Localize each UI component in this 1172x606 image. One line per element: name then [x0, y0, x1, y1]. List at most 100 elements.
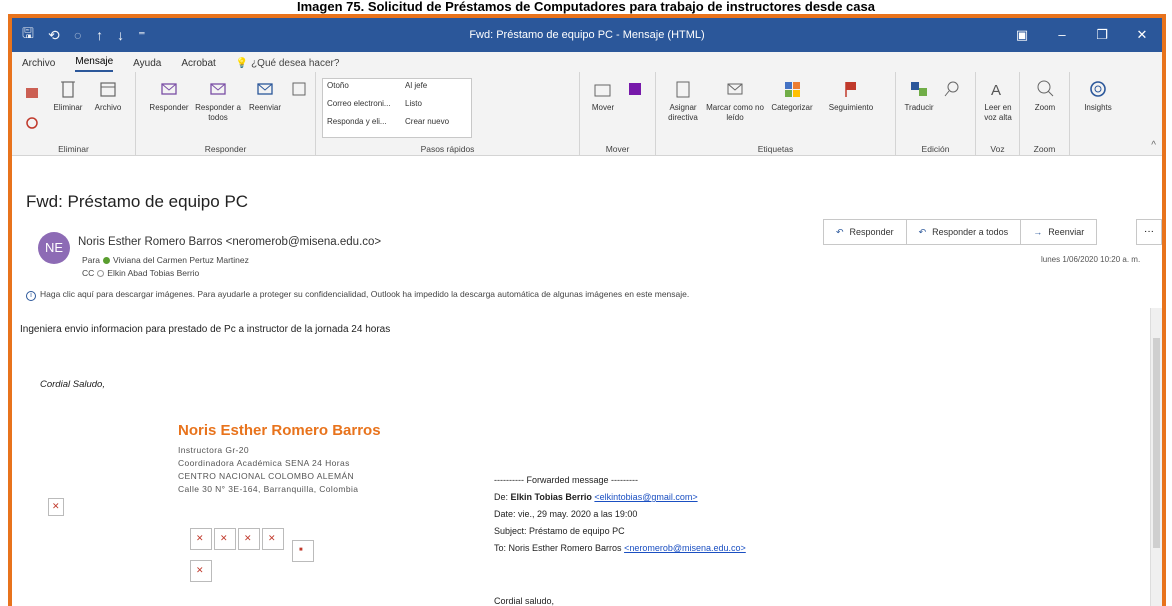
collapse-ribbon-icon[interactable]: ^: [1151, 140, 1156, 151]
message-actions: ↶ Responder ↶ Responder a todos → Reenviar: [823, 219, 1098, 245]
maximize-icon[interactable]: ❐: [1082, 18, 1122, 52]
info-icon: i: [26, 291, 36, 301]
quick-step-crear[interactable]: Crear nuevo: [405, 117, 449, 126]
reply-all-arrow-icon: ↶: [918, 227, 927, 237]
archive-button[interactable]: Archivo: [88, 78, 128, 113]
ribbon-display-icon[interactable]: ▣: [1002, 18, 1042, 52]
group-mover: Mover Mover: [580, 72, 656, 156]
tab-acrobat[interactable]: Acrobat: [181, 58, 215, 72]
ribbon-tabs: Archivo Mensaje Ayuda Acrobat 💡 ¿Qué des…: [12, 52, 1162, 72]
message-subject: Fwd: Préstamo de equipo PC: [26, 192, 249, 211]
close-icon[interactable]: ✕: [1122, 18, 1162, 52]
quick-step-correo[interactable]: Correo electroni...: [327, 99, 391, 108]
signature-line: Coordinadora Académica SENA 24 Horas: [178, 458, 350, 468]
zoom-button[interactable]: Zoom: [1026, 78, 1064, 113]
download-images-bar[interactable]: i Haga clic aquí para descargar imágenes.…: [26, 289, 689, 301]
categorize-button[interactable]: Categorizar: [766, 78, 818, 113]
signature-line: CENTRO NACIONAL COLOMBO ALEMÁN: [178, 471, 355, 481]
read-aloud-button[interactable]: A Leer en voz alta: [980, 78, 1016, 123]
signature-line: Instructora Gr-20: [178, 445, 250, 455]
group-label-pasos: Pasos rápidos: [420, 144, 475, 154]
title-bar: 🖫 ⟲ ○ ↑ ↓ ⁼ Fwd: Préstamo de equipo PC -…: [12, 18, 1162, 52]
tab-mensaje[interactable]: Mensaje: [75, 56, 114, 72]
forward-to-email[interactable]: <neromerob@misena.edu.co>: [624, 543, 746, 553]
vertical-scrollbar[interactable]: [1150, 308, 1162, 606]
follow-up-button[interactable]: Seguimiento: [820, 78, 882, 113]
read-aloud-icon: A: [991, 82, 1001, 99]
forward-arrow-icon: →: [1033, 227, 1043, 237]
group-label-voz: Voz: [990, 144, 1005, 154]
quick-step-listo[interactable]: Listo: [405, 99, 422, 108]
recipient-cc: CC Elkin Abad Tobias Berrio: [82, 268, 200, 278]
group-label-edicion: Edición: [921, 144, 950, 154]
signature-line: Calle 30 N° 3E-164, Barranquilla, Colomb…: [178, 484, 359, 494]
quick-step-otono[interactable]: Otoño: [327, 81, 349, 90]
reply-icon: [161, 83, 177, 95]
reply-action-button[interactable]: ↶ Responder: [824, 220, 907, 244]
svg-text:A: A: [991, 82, 1001, 99]
forward-button[interactable]: Reenviar: [244, 78, 286, 113]
categorize-icon: [785, 82, 800, 97]
broken-image-icon[interactable]: [214, 528, 236, 550]
cc-name[interactable]: Elkin Abad Tobias Berrio: [107, 268, 199, 278]
group-label-responder: Responder: [204, 144, 247, 154]
forward-from-email[interactable]: <elkintobias@gmail.com>: [594, 492, 697, 502]
junk-icon: [26, 117, 38, 129]
flag-icon: [845, 82, 856, 97]
scrollbar-thumb[interactable]: [1153, 338, 1160, 548]
broken-image-icon[interactable]: [48, 498, 64, 516]
quick-step-al-jefe[interactable]: Al jefe: [405, 81, 427, 90]
reply-arrow-icon: ↶: [836, 227, 844, 237]
reply-button[interactable]: Responder: [146, 78, 192, 113]
more-actions-button[interactable]: ···: [1136, 219, 1162, 245]
forward-action-button[interactable]: → Reenviar: [1021, 220, 1096, 244]
junk-button[interactable]: [20, 112, 44, 137]
group-pasos-rapidos: Otoño Al jefe Correo electroni... Listo …: [316, 72, 580, 156]
broken-image-icon[interactable]: [238, 528, 260, 550]
ignore-icon: [26, 88, 38, 98]
mark-unread-button[interactable]: Marcar como no leído: [706, 78, 764, 123]
signature-name: Noris Esther Romero Barros: [178, 422, 381, 439]
delete-button[interactable]: Eliminar: [48, 78, 88, 113]
archive-icon: [100, 82, 116, 97]
broken-image-icon[interactable]: [262, 528, 284, 550]
ignore-button[interactable]: [20, 82, 44, 107]
broken-image-icon[interactable]: [190, 560, 212, 582]
minimize-icon[interactable]: –: [1042, 18, 1082, 52]
translate-button[interactable]: Traducir: [902, 78, 936, 113]
avatar[interactable]: NE: [38, 232, 70, 264]
zoom-icon: [1037, 80, 1054, 97]
insights-icon: [1090, 81, 1106, 97]
tab-ayuda[interactable]: Ayuda: [133, 58, 161, 72]
group-label-zoom: Zoom: [1033, 144, 1056, 154]
tell-me-search[interactable]: 💡 ¿Qué desea hacer?: [236, 58, 340, 72]
meeting-reply-button[interactable]: [288, 78, 308, 103]
folder-move-icon: [594, 84, 611, 97]
presence-available-icon: [102, 257, 110, 265]
group-responder: Responder Responder a todos Reenviar Res…: [136, 72, 316, 156]
find-button[interactable]: [938, 78, 966, 103]
sender[interactable]: Noris Esther Romero Barros <neromerob@mi…: [78, 236, 381, 248]
recipient-to: Para Viviana del Carmen Pertuz Martinez: [82, 255, 249, 265]
forward-date: Date: vie., 29 may. 2020 a las 19:00: [494, 509, 638, 519]
insights-button[interactable]: Insights: [1076, 78, 1120, 113]
forward-closing: Cordial saludo,: [494, 596, 555, 606]
tab-archivo[interactable]: Archivo: [22, 58, 55, 72]
group-label-eliminar: Eliminar: [58, 144, 89, 154]
envelope-icon: [727, 83, 743, 95]
quick-steps-gallery[interactable]: Otoño Al jefe Correo electroni... Listo …: [322, 78, 472, 138]
onenote-icon: [629, 83, 641, 95]
body-intro: Ingeniera envio informacion para prestad…: [20, 324, 391, 335]
to-name[interactable]: Viviana del Carmen Pertuz Martinez: [113, 255, 249, 265]
quick-step-responda[interactable]: Responda y eli...: [327, 117, 387, 126]
move-button[interactable]: Mover: [586, 78, 620, 113]
assign-policy-button[interactable]: Asignar directiva: [662, 78, 704, 123]
window-title: Fwd: Préstamo de equipo PC - Mensaje (HT…: [469, 29, 705, 41]
broken-image-icon[interactable]: [292, 540, 314, 562]
broken-image-icon[interactable]: [190, 528, 212, 550]
reply-all-button[interactable]: Responder a todos: [192, 78, 244, 123]
reply-all-action-button[interactable]: ↶ Responder a todos: [907, 220, 1022, 244]
onenote-button[interactable]: [622, 78, 648, 103]
forward-header: ---------- Forwarded message ---------: [494, 475, 638, 485]
trash-icon: [61, 81, 75, 98]
